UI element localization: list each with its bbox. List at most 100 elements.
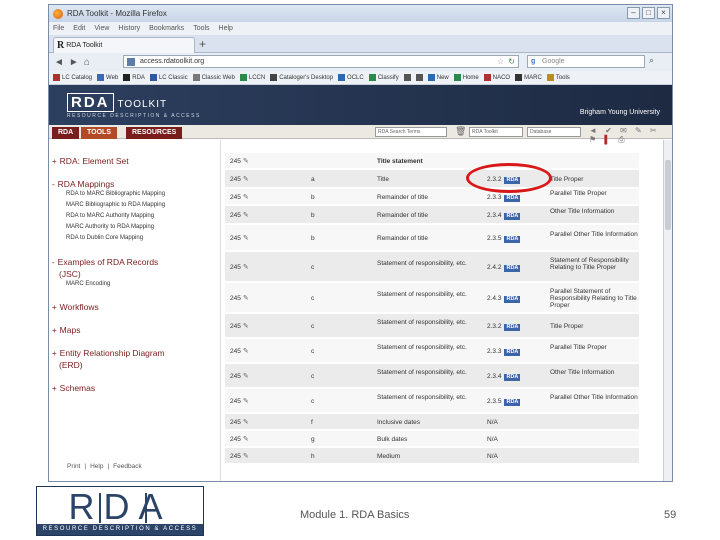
menu-bookmarks[interactable]: Bookmarks xyxy=(149,25,184,32)
browser-search-input[interactable]: g Google xyxy=(527,55,645,68)
bookmark-item[interactable]: OCLC xyxy=(338,74,364,81)
sidebar-link-mapping[interactable]: MARC Bibliographic to RDA Mapping xyxy=(66,202,165,208)
sidebar-link-mapping[interactable]: RDA to MARC Bibliographic Mapping xyxy=(66,191,165,197)
subfield-code: c xyxy=(311,348,315,355)
edit-icon[interactable]: ✎ xyxy=(243,176,249,183)
tab-rda[interactable]: RDA xyxy=(52,127,80,139)
menu-history[interactable]: History xyxy=(118,25,140,32)
menu-file[interactable]: File xyxy=(53,25,64,32)
edit-icon[interactable]: ✎ xyxy=(243,194,249,201)
edit-icon[interactable]: ✎ xyxy=(243,212,249,219)
minimize-button[interactable]: – xyxy=(627,7,640,19)
bookmark-item[interactable]: RDA xyxy=(123,74,145,81)
menu-view[interactable]: View xyxy=(94,25,109,32)
rda-database-select[interactable]: Database xyxy=(527,127,581,137)
vertical-scrollbar[interactable] xyxy=(663,140,672,481)
edit-icon[interactable]: ✎ xyxy=(243,373,249,380)
new-tab-button[interactable]: + xyxy=(199,37,206,51)
edit-icon[interactable]: ✎ xyxy=(243,348,249,355)
bookmark-item[interactable]: Cataloger's Desktop xyxy=(270,74,333,81)
sidebar-item-schemas[interactable]: + Schemas xyxy=(52,383,95,393)
sidebar-item-examples[interactable]: - Examples of RDA Records xyxy=(52,257,158,267)
rda-rule[interactable]: 2.4.2 RDA xyxy=(487,264,521,272)
maximize-button[interactable]: □ xyxy=(642,7,655,19)
bookmark-item[interactable]: Tools xyxy=(546,74,570,81)
rda-rule[interactable]: 2.3.4 RDA xyxy=(487,212,521,220)
url-field[interactable]: access.rdatoolkit.org ☆ ↻ xyxy=(123,55,519,68)
tab-resources[interactable]: RESOURCES xyxy=(126,127,183,139)
bookmark-item[interactable]: LC Catalog xyxy=(53,74,92,81)
menu-tools[interactable]: Tools xyxy=(193,25,209,32)
bookmark-item[interactable]: NACO xyxy=(483,74,510,81)
rda-rule[interactable]: 2.4.3 RDA xyxy=(487,295,521,303)
rda-toolkit-logo[interactable]: RDA TOOLKIT RESOURCE DESCRIPTION & ACCESS xyxy=(67,93,201,119)
forward-arrow-icon[interactable]: ► xyxy=(69,57,79,68)
sidebar-link-marc-encoding[interactable]: MARC Encoding xyxy=(66,281,110,287)
rda-rule[interactable]: 2.3.2 RDA xyxy=(487,323,521,331)
sidebar-item-element-set[interactable]: + RDA: Element Set xyxy=(52,156,129,166)
rda-link-badge[interactable]: RDA xyxy=(504,195,521,202)
bookmark-item[interactable]: Classify xyxy=(368,74,399,81)
reload-icon[interactable]: ↻ xyxy=(508,56,515,67)
rda-link-badge[interactable]: RDA xyxy=(504,349,521,356)
edit-icon[interactable]: ✎ xyxy=(243,158,249,165)
feedback-link[interactable]: Feedback xyxy=(113,463,142,470)
toolbar-icons[interactable]: ◄ ✔ ✉ ✎ ✂ ⚑ ▌ ⎙ xyxy=(589,126,672,145)
sidebar-link-mapping[interactable]: RDA to Dublin Core Mapping xyxy=(66,235,143,241)
tab-tools[interactable]: TOOLS xyxy=(81,127,117,139)
bookmark-icon xyxy=(123,74,131,81)
magnifier-icon[interactable]: ⌕ xyxy=(649,55,654,66)
sidebar-item-erd[interactable]: + Entity Relationship Diagram xyxy=(52,348,165,358)
bookmark-item[interactable]: New xyxy=(427,74,449,81)
rda-rule[interactable]: 2.3.5 RDA xyxy=(487,235,521,243)
rda-rule[interactable]: 2.3.5 RDA xyxy=(487,398,521,406)
sidebar-item-maps[interactable]: + Maps xyxy=(52,325,80,335)
edit-icon[interactable]: ✎ xyxy=(243,419,249,426)
edit-icon[interactable]: ✎ xyxy=(243,235,249,242)
edit-icon[interactable]: ✎ xyxy=(243,323,249,330)
bookmark-star-icon[interactable]: ☆ xyxy=(497,56,504,67)
bookmark-item[interactable]: Home xyxy=(453,74,479,81)
help-link[interactable]: Help xyxy=(90,463,103,470)
rda-rule[interactable]: 2.3.4 RDA xyxy=(487,373,521,381)
sidebar-item-workflows[interactable]: + Workflows xyxy=(52,302,99,312)
scrollbar-thumb[interactable] xyxy=(665,160,671,230)
bookmark-item[interactable]: LCCN xyxy=(239,74,265,81)
edit-icon[interactable]: ✎ xyxy=(243,398,249,405)
sidebar-item-mappings[interactable]: - RDA Mappings xyxy=(52,179,114,189)
menu-help[interactable]: Help xyxy=(219,25,233,32)
tab-rda-toolkit[interactable]: R RDA Toolkit xyxy=(53,37,195,53)
sidebar-item-examples-cont[interactable]: (JSC) xyxy=(59,269,81,279)
bookmark-item[interactable]: Classic Web xyxy=(192,74,235,81)
bookmark-item[interactable] xyxy=(415,74,423,81)
rda-link-badge[interactable]: RDA xyxy=(504,374,521,381)
rda-search-input[interactable]: RDA Search Terms xyxy=(375,127,447,137)
rda-source-select[interactable]: RDA Toolkit xyxy=(469,127,523,137)
rda-link-badge[interactable]: RDA xyxy=(504,236,521,243)
menu-edit[interactable]: Edit xyxy=(73,25,85,32)
rda-link-badge[interactable]: RDA xyxy=(504,399,521,406)
sidebar-item-erd-cont[interactable]: (ERD) xyxy=(59,360,83,370)
rda-rule[interactable]: 2.3.3 RDA xyxy=(487,348,521,356)
trash-icon[interactable]: 🗑 xyxy=(455,126,466,137)
home-icon[interactable]: ⌂ xyxy=(84,57,90,68)
bookmark-item[interactable]: Web xyxy=(97,74,118,81)
rda-link-badge[interactable]: RDA xyxy=(504,296,521,303)
sidebar-link-mapping[interactable]: RDA to MARC Authority Mapping xyxy=(66,213,154,219)
bookmark-item[interactable]: MARC xyxy=(515,74,542,81)
edit-icon[interactable]: ✎ xyxy=(243,436,249,443)
close-button[interactable]: × xyxy=(657,7,670,19)
bookmark-item[interactable]: LC Classic xyxy=(149,74,188,81)
back-arrow-icon[interactable]: ◄ xyxy=(54,57,64,68)
rda-link-badge[interactable]: RDA xyxy=(504,324,521,331)
expand-icon: + xyxy=(52,157,57,166)
rda-rule[interactable]: 2.3.3 RDA xyxy=(487,194,521,202)
edit-icon[interactable]: ✎ xyxy=(243,264,249,271)
rda-link-badge[interactable]: RDA xyxy=(504,265,521,272)
edit-icon[interactable]: ✎ xyxy=(243,453,249,460)
bookmark-item[interactable] xyxy=(403,74,411,81)
print-link[interactable]: Print xyxy=(67,463,80,470)
sidebar-link-mapping[interactable]: MARC Authority to RDA Mapping xyxy=(66,224,154,230)
rda-link-badge[interactable]: RDA xyxy=(504,213,521,220)
edit-icon[interactable]: ✎ xyxy=(243,295,249,302)
